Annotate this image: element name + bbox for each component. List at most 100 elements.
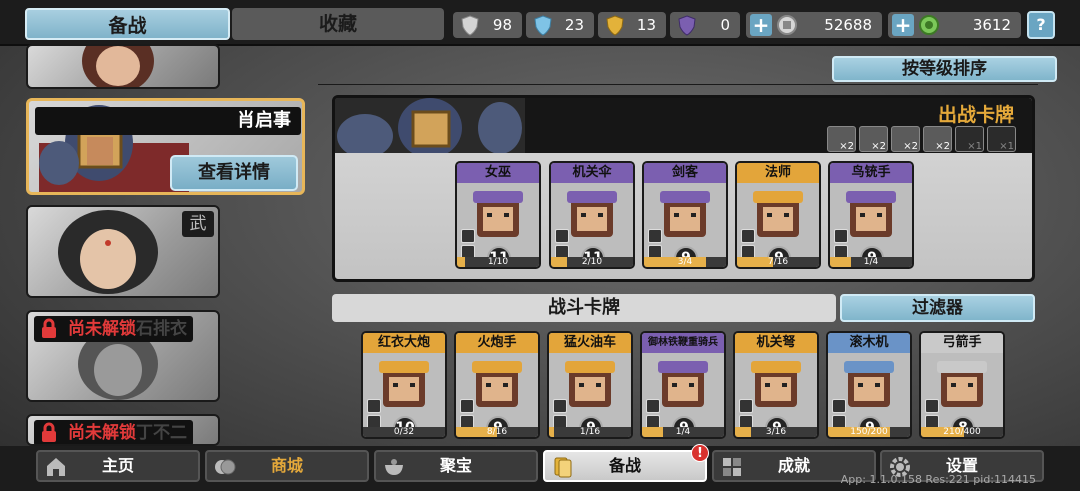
card-progress-bar: 7/16 <box>737 257 819 267</box>
top-bar: 备战 收藏 98 23 13 0 + 52688 + 3612 ? <box>0 0 1080 46</box>
card-progress-text: 1/10 <box>487 257 509 267</box>
card-3[interactable]: 法师97/16 <box>735 161 821 269</box>
coins-icon <box>215 459 236 475</box>
card-trait-icon <box>925 399 939 413</box>
card-trait-icon <box>553 399 567 413</box>
card-4[interactable]: 鸟铳手91/4 <box>828 161 914 269</box>
hero-card-selected[interactable]: 肖启事 查看详情 <box>26 98 305 195</box>
sort-by-level-button[interactable]: 按等级排序 <box>832 56 1057 82</box>
card-progress-fill <box>735 427 751 437</box>
card-trait-icon <box>741 229 755 243</box>
card-name: 弓箭手 <box>921 333 1003 353</box>
card-0[interactable]: 红衣大炮100/32 <box>361 331 447 439</box>
resource-purple-token: 0 <box>670 12 740 38</box>
nav-shop[interactable]: 商城 <box>205 450 369 482</box>
hero-card-locked-1[interactable]: 尚未解锁石排衣 <box>26 310 220 402</box>
card-trait-icon <box>461 229 475 243</box>
hero-card-top-partial[interactable] <box>26 44 220 89</box>
help-button[interactable]: ? <box>1027 11 1055 39</box>
tab-prep[interactable]: 备战 <box>25 8 230 40</box>
card-trait-icon <box>555 229 569 243</box>
card-progress-text: 7/16 <box>767 257 789 267</box>
card-progress-text: 3/16 <box>765 427 787 437</box>
deck-header: 出战卡牌 ×2 ×2 ×2 ×2 ×1 ×1 <box>335 98 1032 153</box>
card-name: 猛火油车 <box>549 333 631 353</box>
card-progress-fill <box>644 257 706 267</box>
card-progress-bar: 150/200 <box>828 427 910 437</box>
deck-slot: ×1 <box>955 126 984 152</box>
card-progress-text: 3/4 <box>677 257 693 267</box>
card-1[interactable]: 机关伞112/10 <box>549 161 635 269</box>
deck-slot-row: ×2 ×2 ×2 ×2 ×1 ×1 <box>827 126 1016 152</box>
card-2[interactable]: 剑客93/4 <box>642 161 728 269</box>
silver-shield-value: 98 <box>492 16 512 34</box>
home-icon <box>47 458 65 476</box>
purple-token-value: 0 <box>720 16 730 34</box>
nav-home-label: 主页 <box>101 456 134 475</box>
card-name: 机关弩 <box>735 333 817 353</box>
card-trait-icon <box>648 229 662 243</box>
card-progress-text: 0/32 <box>393 427 415 437</box>
card-trait-icon <box>367 399 381 413</box>
card-1[interactable]: 火炮手98/16 <box>454 331 540 439</box>
card-0[interactable]: 女巫111/10 <box>455 161 541 269</box>
locked-hero-name: 石排衣 <box>136 319 187 339</box>
battle-deck-panel: 出战卡牌 ×2 ×2 ×2 ×2 ×1 ×1 女巫111/10机关伞112/10… <box>332 95 1035 282</box>
deck-slot: ×2 <box>827 126 856 152</box>
card-progress-fill <box>642 427 663 437</box>
battle-cards-title: 战斗卡牌 <box>332 294 836 322</box>
card-trait-icon <box>834 229 848 243</box>
card-progress-fill <box>549 427 554 437</box>
card-progress-bar: 2/10 <box>551 257 633 267</box>
card-trait-icon <box>460 399 474 413</box>
achievements-icon <box>723 458 741 476</box>
card-name: 鸟铳手 <box>830 163 912 183</box>
nav-achievements-label: 成就 <box>777 456 810 475</box>
card-name: 御林铁鞭重骑兵 <box>642 333 724 353</box>
deck-title: 出战卡牌 <box>937 104 1014 126</box>
card-progress-text: 1/16 <box>579 427 601 437</box>
hero-banner-portrait <box>335 98 525 153</box>
locked-label: 尚未解锁丁不二 <box>34 420 193 444</box>
nav-treasure[interactable]: 聚宝 <box>374 450 538 482</box>
card-progress-bar: 3/16 <box>735 427 817 437</box>
nav-prep[interactable]: 备战 <box>543 450 707 482</box>
card-progress-bar: 0/32 <box>363 427 445 437</box>
gold-shield-value: 13 <box>636 16 656 34</box>
locked-text: 尚未解锁 <box>68 319 136 339</box>
filter-button[interactable]: 过滤器 <box>840 294 1035 322</box>
lock-icon <box>42 318 56 338</box>
app-version-info: App: 1.1.0.158 Res:221 pid:114415 <box>840 473 1036 486</box>
card-name: 法师 <box>737 163 819 183</box>
card-5[interactable]: 滚木机9150/200 <box>826 331 912 439</box>
cards-icon <box>554 457 572 478</box>
view-details-button[interactable]: 查看详情 <box>170 155 298 191</box>
card-name: 机关伞 <box>551 163 633 183</box>
lock-icon <box>42 422 56 442</box>
card-progress-bar: 1/10 <box>457 257 539 267</box>
card-progress-text: 1/4 <box>675 427 691 437</box>
nav-prep-label: 备战 <box>608 456 641 475</box>
locked-hero-name: 丁不二 <box>136 423 187 443</box>
card-6[interactable]: 弓箭手8210/400 <box>919 331 1005 439</box>
tab-favorites[interactable]: 收藏 <box>232 8 444 40</box>
card-progress-text: 210/400 <box>943 427 981 437</box>
deck-slot: ×2 <box>859 126 888 152</box>
hero-card-wu[interactable]: 武 <box>26 205 220 298</box>
deck-slot: ×2 <box>923 126 952 152</box>
hero-card-locked-2[interactable]: 尚未解锁丁不二 <box>26 414 220 446</box>
treasure-bowl-icon <box>385 459 403 475</box>
card-3[interactable]: 御林铁鞭重骑兵91/4 <box>640 331 726 439</box>
card-name: 女巫 <box>457 163 539 183</box>
nav-home[interactable]: 主页 <box>36 450 200 482</box>
card-name: 红衣大炮 <box>363 333 445 353</box>
card-progress-bar: 1/16 <box>549 427 631 437</box>
card-trait-icon <box>832 399 846 413</box>
add-jade-button[interactable]: + <box>892 14 914 36</box>
add-coin-button[interactable]: + <box>750 14 772 36</box>
card-2[interactable]: 猛火油车91/16 <box>547 331 633 439</box>
card-trait-icon <box>739 399 753 413</box>
card-4[interactable]: 机关弩93/16 <box>733 331 819 439</box>
hero-portrait <box>82 46 154 87</box>
nav-shop-label: 商城 <box>270 456 303 475</box>
